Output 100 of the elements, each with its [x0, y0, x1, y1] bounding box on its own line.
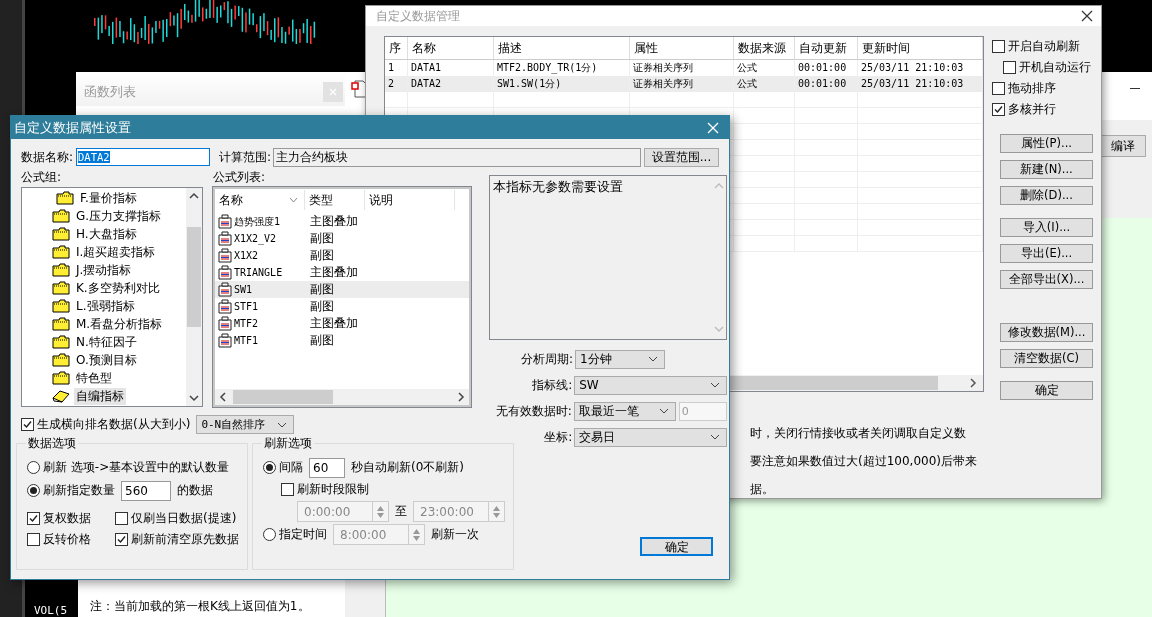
- interval-field[interactable]: 60: [309, 457, 345, 478]
- tree-item[interactable]: K.多空势利对比: [74, 279, 162, 297]
- formula-name: SW1: [234, 284, 253, 295]
- option-checkbox[interactable]: 多核并行: [992, 99, 1093, 120]
- column-header[interactable]: 属性: [630, 37, 734, 59]
- close-icon: [329, 88, 337, 96]
- checkmark-icon: [22, 419, 33, 430]
- radio-option[interactable]: 刷新指定数量: [27, 480, 115, 501]
- option-checkbox[interactable]: 开机自动运行: [992, 57, 1093, 78]
- column-header[interactable]: 描述: [494, 37, 630, 59]
- folder-icon: [52, 245, 70, 259]
- formula-row[interactable]: TRIANGLE 主图叠加: [215, 264, 469, 281]
- set-range-button[interactable]: 设置范围...: [644, 147, 719, 167]
- formula-row[interactable]: X1X2_V2 副图: [215, 230, 469, 247]
- sort-icon: [289, 197, 298, 203]
- caret-icon: [648, 356, 658, 362]
- formula-name: STF1: [234, 301, 259, 312]
- note-text: 要注意如果数值过大(超过100,000)后带来: [750, 453, 978, 470]
- option-checkbox[interactable]: 复权数据: [27, 508, 115, 529]
- param-select[interactable]: 取最近一笔: [573, 401, 676, 421]
- radio-option[interactable]: 间隔: [263, 457, 303, 478]
- formula-type: 主图叠加: [309, 264, 359, 281]
- tree-item[interactable]: F.量价指标: [78, 189, 139, 207]
- formula-type: 主图叠加: [309, 213, 359, 230]
- radio-option[interactable]: 刷新 选项->基本设置中的默认数量: [27, 457, 230, 478]
- dialog-button[interactable]: 导入(I)...: [1000, 218, 1093, 237]
- param-select[interactable]: SW: [574, 375, 727, 395]
- close-button[interactable]: [323, 82, 343, 102]
- dialog-button[interactable]: 新建(N)...: [1000, 160, 1093, 179]
- dialog-button[interactable]: 属性(P)...: [1000, 134, 1093, 153]
- dialog-button[interactable]: 修改数据(M)...: [1000, 323, 1093, 342]
- formula-row[interactable]: 趋势强度1 主图叠加: [215, 213, 469, 230]
- range-field[interactable]: 主力合约板块: [273, 147, 642, 167]
- note-text: 注：当前加载的第一根K线上返回值为1。: [90, 598, 310, 615]
- field-suffix: 的数据: [177, 482, 213, 499]
- sort-select[interactable]: 0-N自然排序: [196, 415, 295, 434]
- param-select[interactable]: 交易日: [574, 427, 727, 447]
- field-suffix: 刷新一次: [431, 526, 479, 543]
- param-select[interactable]: 1分钟: [575, 349, 665, 369]
- tree-item[interactable]: M.看盘分析指标: [74, 315, 165, 333]
- tree-item[interactable]: O.预测目标: [74, 351, 139, 369]
- dialog-button[interactable]: 删除(D)...: [1000, 186, 1093, 205]
- folder-icon: [56, 191, 74, 205]
- arrow-left-icon[interactable]: [219, 392, 227, 402]
- dialog-button[interactable]: 全部导出(X)...: [1000, 270, 1093, 289]
- column-header[interactable]: 数据来源: [734, 37, 795, 59]
- column-header[interactable]: 序: [385, 37, 408, 59]
- formula-name: MTF2: [234, 318, 259, 329]
- compile-button[interactable]: 编译: [1100, 135, 1146, 157]
- open-book-icon: [52, 389, 70, 403]
- column-header[interactable]: 名称: [215, 190, 305, 210]
- checkmark-icon: [993, 104, 1004, 115]
- formula-type: 副图: [309, 298, 335, 315]
- folder-icon: [52, 281, 70, 295]
- formula-row[interactable]: MTF2 主图叠加: [215, 315, 469, 332]
- tree-item[interactable]: J.摆动指标: [74, 261, 134, 279]
- tree-item[interactable]: L.强弱指标: [74, 297, 137, 315]
- arrow-right-icon[interactable]: [457, 392, 465, 402]
- dialog-button[interactable]: 清空数据(C): [1000, 349, 1093, 368]
- formula-row[interactable]: MTF1 副图: [215, 332, 469, 349]
- tree-item[interactable]: I.超买超卖指标: [74, 243, 158, 261]
- dialog-button[interactable]: 导出(E)...: [1000, 244, 1093, 263]
- radio-option[interactable]: 指定时间: [263, 524, 327, 545]
- column-header[interactable]: 说明: [365, 190, 455, 210]
- option-checkbox[interactable]: 反转价格: [27, 529, 115, 550]
- rank-checkbox[interactable]: 生成横向排名数据(从大到小): [21, 414, 191, 435]
- dialog-button[interactable]: 确定: [1000, 381, 1093, 400]
- formula-row[interactable]: X1X2 副图: [215, 247, 469, 264]
- column-header[interactable]: 自动更新: [795, 37, 858, 59]
- tree-item[interactable]: 自编指标: [74, 387, 126, 405]
- note-text: 据。: [750, 481, 775, 498]
- tree-item[interactable]: G.压力支撑指标: [74, 207, 164, 225]
- column-header[interactable]: 名称: [408, 37, 494, 59]
- tree-item[interactable]: N.特征因子: [74, 333, 139, 351]
- ok-button[interactable]: 确定: [640, 537, 713, 556]
- option-checkbox[interactable]: 刷新前清空原先数据: [115, 529, 239, 550]
- formula-icon: [218, 299, 232, 314]
- arrow-right-icon[interactable]: [969, 378, 977, 388]
- field-label: 分析周期:: [519, 350, 574, 368]
- formula-icon: [218, 265, 232, 280]
- range-separator: 至: [395, 503, 407, 520]
- column-header[interactable]: 类型: [305, 190, 365, 210]
- vertical-scrollbar[interactable]: [186, 188, 202, 406]
- tree-item[interactable]: H.大盘指标: [74, 225, 139, 243]
- arrow-down-icon[interactable]: [189, 394, 199, 402]
- formula-row[interactable]: SW1 副图: [215, 281, 469, 298]
- option-checkbox[interactable]: 开启自动刷新: [992, 36, 1093, 57]
- close-icon[interactable]: [1081, 10, 1093, 22]
- arrow-up-icon[interactable]: [189, 192, 199, 200]
- option-checkbox[interactable]: 仅刷当日数据(提速): [115, 508, 239, 529]
- column-header[interactable]: 更新时间: [858, 37, 983, 59]
- option-checkbox[interactable]: 拖动排序: [992, 78, 1093, 99]
- formula-row[interactable]: STF1 副图: [215, 298, 469, 315]
- table-cell: 公式: [734, 76, 795, 92]
- name-field[interactable]: DATA2: [76, 148, 211, 166]
- horizontal-scrollbar[interactable]: [215, 389, 469, 405]
- count-field[interactable]: 560: [121, 480, 171, 501]
- option-checkbox[interactable]: 刷新时段限制: [263, 479, 505, 500]
- tree-item[interactable]: 特色型: [74, 369, 114, 387]
- table-row[interactable]: 2 DATA2 SW1.SW(1分) 证券相关序列 公式 00:01:00 25/03/11 21:10:03: [385, 76, 983, 92]
